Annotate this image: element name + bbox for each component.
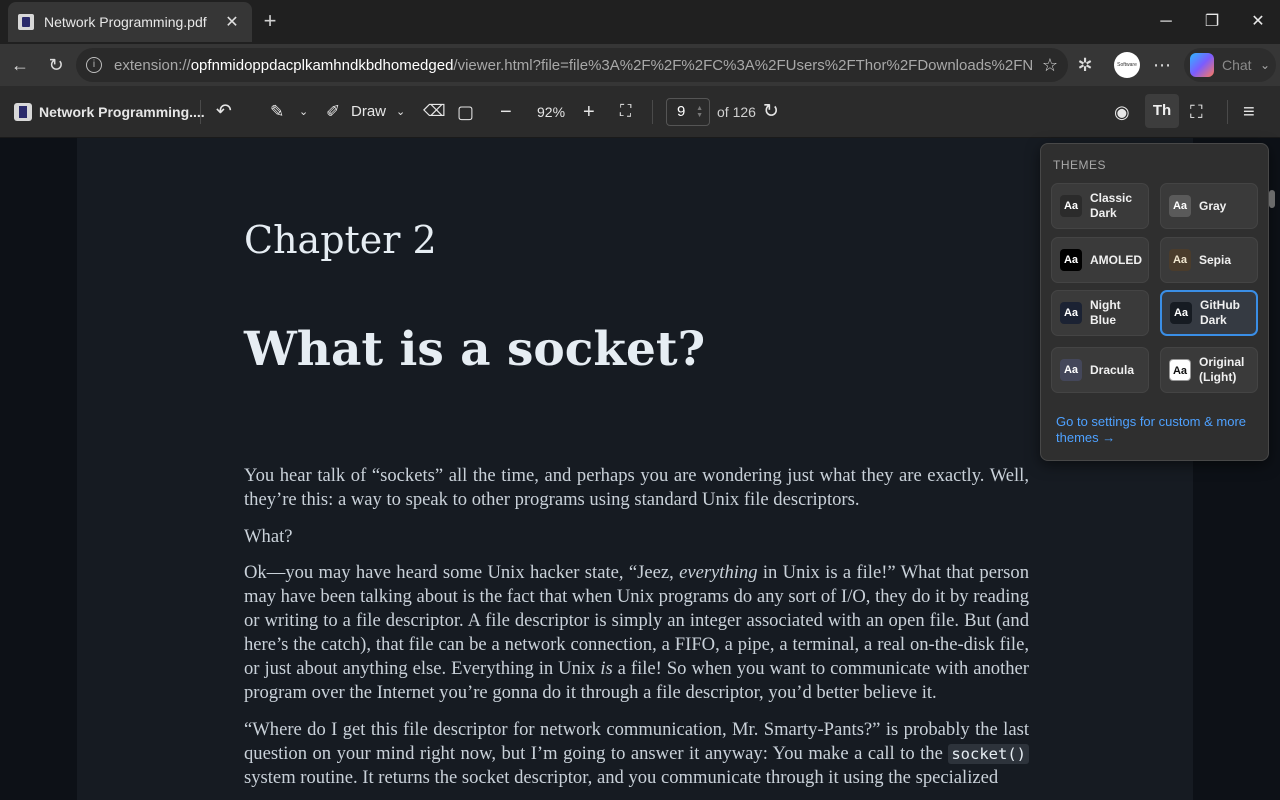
themes-title: THEMES	[1053, 158, 1107, 172]
theme-option-github-dark[interactable]: Aa GitHub Dark	[1160, 290, 1258, 336]
custom-themes-link[interactable]: Go to settings for custom & more themes …	[1056, 414, 1256, 446]
browser-tab[interactable]: Network Programming.pdf ✕	[8, 2, 252, 42]
hamburger-menu-icon[interactable]: ≡	[1243, 99, 1255, 125]
fit-page-icon[interactable]: ⛶	[620, 99, 631, 125]
zoom-in-icon[interactable]: +	[583, 99, 595, 125]
copilot-icon	[1190, 53, 1214, 77]
theme-name: Original (Light)	[1199, 355, 1245, 384]
favorite-star-icon[interactable]: ☆	[1042, 55, 1058, 76]
refresh-icon[interactable]: ↻	[41, 50, 71, 80]
fullscreen-icon[interactable]: ⛶	[1190, 99, 1203, 125]
theme-swatch-icon: Aa	[1060, 249, 1082, 271]
theme-swatch-icon: Aa	[1170, 302, 1192, 324]
chat-label: Chat	[1222, 57, 1252, 73]
copilot-chat-button[interactable]: Chat ⌄	[1184, 48, 1276, 82]
new-tab-button[interactable]: +	[258, 10, 282, 34]
restore-icon[interactable]: ❐	[1200, 10, 1224, 34]
pdf-favicon-icon	[18, 14, 34, 30]
back-arrow-icon[interactable]: ←	[5, 50, 35, 80]
code-socket: socket()	[948, 744, 1029, 764]
page-number-input[interactable]: 9 ▲ ▼	[666, 98, 710, 126]
themes-popup: THEMES Aa Classic Dark Aa Gray Aa AMOLED Aa Sep…	[1040, 143, 1269, 461]
theme-name: Gray	[1199, 198, 1227, 213]
theme-name: Classic Dark	[1090, 191, 1133, 220]
toolbar-divider	[652, 100, 653, 124]
theme-swatch-icon: Aa	[1169, 195, 1191, 217]
theme-name: AMOLED	[1090, 252, 1142, 267]
url-text[interactable]: extension://opfnmidoppdacplkamhndkbdhome…	[114, 57, 1034, 74]
eraser-icon[interactable]: ⌫	[423, 99, 446, 125]
theme-name: GitHub Dark	[1200, 298, 1240, 327]
reading-view-eye-icon[interactable]: ◉	[1114, 99, 1130, 125]
document-icon	[14, 103, 32, 121]
draw-options-chevron-icon[interactable]: ⌄	[396, 99, 405, 125]
draw-pen-icon[interactable]: ✐	[326, 99, 340, 125]
profile-avatar[interactable]: Software	[1114, 52, 1140, 78]
draw-button-label[interactable]: Draw	[351, 99, 386, 125]
theme-name: Dracula	[1090, 362, 1135, 377]
chapter-heading: What is a socket?	[244, 322, 706, 377]
toolbar-divider	[200, 100, 201, 124]
toolbar-divider	[1227, 100, 1228, 124]
zoom-out-icon[interactable]: −	[500, 99, 512, 125]
chapter-label: Chapter 2	[244, 218, 437, 262]
navigation-bar: ← ↻ i extension://opfnmidoppdacplkamhndk…	[0, 44, 1280, 86]
paragraph-1: You hear talk of “sockets” all the time,…	[244, 465, 1029, 510]
paragraph-3: Ok—you may have heard some Unix hacker s…	[244, 562, 1029, 703]
paragraph-4: “Where do I get this file descriptor for…	[244, 719, 1029, 788]
extensions-puzzle-icon[interactable]: ✲	[1070, 50, 1100, 80]
theme-swatch-icon: Aa	[1169, 249, 1191, 271]
theme-swatch-icon: Aa	[1060, 359, 1082, 381]
pdf-page: Chapter 2 What is a socket? You hear tal…	[77, 138, 1193, 800]
scrollbar-thumb[interactable]	[1269, 190, 1275, 208]
address-bar[interactable]: i extension://opfnmidoppdacplkamhndkbdho…	[76, 48, 1068, 82]
theme-option-gray[interactable]: Aa Gray	[1160, 183, 1258, 229]
theme-option-sepia[interactable]: Aa Sepia	[1160, 237, 1258, 283]
highlighter-icon[interactable]: ✎	[270, 99, 284, 125]
site-info-icon[interactable]: i	[86, 57, 102, 73]
theme-name: Night Blue	[1090, 298, 1121, 327]
add-text-note-icon[interactable]: ▢	[457, 99, 474, 125]
pdf-toolbar: Network Programming.... ↶ ✎ ⌄ ✐ Draw ⌄ ⌫…	[0, 86, 1280, 138]
rotate-icon[interactable]: ↻	[763, 99, 779, 125]
chevron-down-icon[interactable]: ⌄	[1260, 58, 1270, 72]
theme-option-amoled[interactable]: Aa AMOLED	[1051, 237, 1149, 283]
window-close-icon[interactable]: ✕	[1246, 10, 1270, 34]
highlight-options-chevron-icon[interactable]: ⌄	[299, 99, 308, 125]
theme-button[interactable]: Th	[1145, 94, 1179, 128]
theme-option-night-blue[interactable]: Aa Night Blue	[1051, 290, 1149, 336]
document-title: Network Programming....	[39, 104, 205, 120]
viewer-margin	[4, 138, 77, 800]
page-total: of 126	[717, 104, 756, 120]
zoom-level[interactable]: 92%	[537, 99, 565, 125]
theme-name: Sepia	[1199, 252, 1232, 267]
minimize-icon[interactable]: ─	[1154, 10, 1178, 34]
theme-swatch-icon: Aa	[1060, 302, 1082, 324]
theme-option-dracula[interactable]: Aa Dracula	[1051, 347, 1149, 393]
theme-option-classic-dark[interactable]: Aa Classic Dark	[1051, 183, 1149, 229]
tab-title: Network Programming.pdf	[44, 14, 207, 30]
paragraph-2: What?	[244, 526, 293, 547]
undo-icon[interactable]: ↶	[216, 99, 232, 125]
more-menu-icon[interactable]: ⋯	[1147, 50, 1177, 80]
theme-swatch-icon: Aa	[1169, 359, 1191, 381]
page-spinner-icon[interactable]: ▲ ▼	[696, 105, 703, 119]
close-tab-icon[interactable]: ✕	[222, 12, 242, 32]
browser-tab-strip: Network Programming.pdf ✕ + ─ ❐ ✕	[0, 0, 1280, 44]
theme-swatch-icon: Aa	[1060, 195, 1082, 217]
theme-option-original-light[interactable]: Aa Original (Light)	[1160, 347, 1258, 393]
